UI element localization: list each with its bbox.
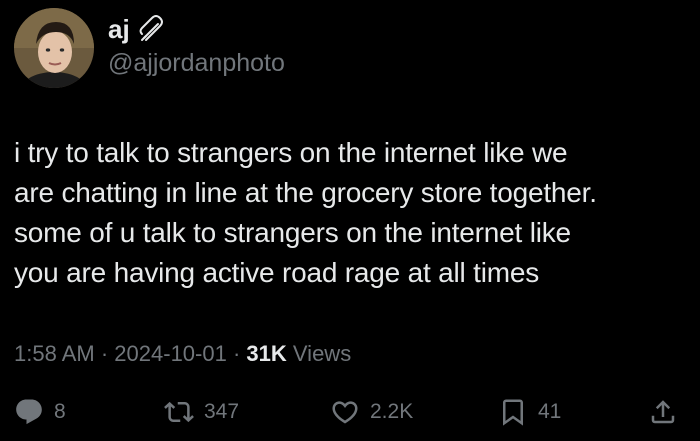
author-display-name[interactable]: aj: [108, 14, 130, 44]
meta-separator: ·: [232, 341, 241, 366]
tweet-meta: 1:58 AM · 2024-10-01 · 31K Views: [14, 340, 351, 368]
tweet-time[interactable]: 1:58 AM: [14, 341, 95, 366]
reply-button[interactable]: 8: [14, 392, 66, 432]
reply-count: 8: [54, 400, 66, 423]
views-label: Views: [292, 341, 352, 366]
share-button[interactable]: [648, 392, 678, 432]
action-bar: 8 347 2.2K 41: [14, 392, 684, 432]
repost-arrows-icon: [164, 397, 194, 427]
views-count: 31K: [246, 341, 287, 366]
avatar[interactable]: [14, 8, 94, 88]
share-icon: [648, 397, 678, 427]
like-button[interactable]: 2.2K: [330, 392, 413, 432]
safety-pin-icon: [138, 14, 168, 44]
tweet-text: i try to talk to strangers on the intern…: [14, 137, 597, 288]
author-name-row: aj: [108, 14, 168, 44]
author-handle[interactable]: @ajjordanphoto: [108, 48, 285, 78]
tweet-date[interactable]: 2024-10-01: [114, 341, 227, 366]
avatar-photo: [14, 8, 94, 88]
heart-icon: [330, 397, 360, 427]
speech-bubble-icon: [14, 397, 44, 427]
repost-button[interactable]: 347: [164, 392, 239, 432]
bookmark-icon: [498, 397, 528, 427]
like-count: 2.2K: [370, 400, 414, 423]
tweet: aj @ajjordanphoto i try to talk to stran…: [0, 0, 700, 441]
repost-count: 347: [204, 400, 240, 423]
bookmark-count: 41: [538, 400, 562, 423]
meta-separator: ·: [100, 341, 109, 366]
bookmark-button[interactable]: 41: [498, 392, 561, 432]
